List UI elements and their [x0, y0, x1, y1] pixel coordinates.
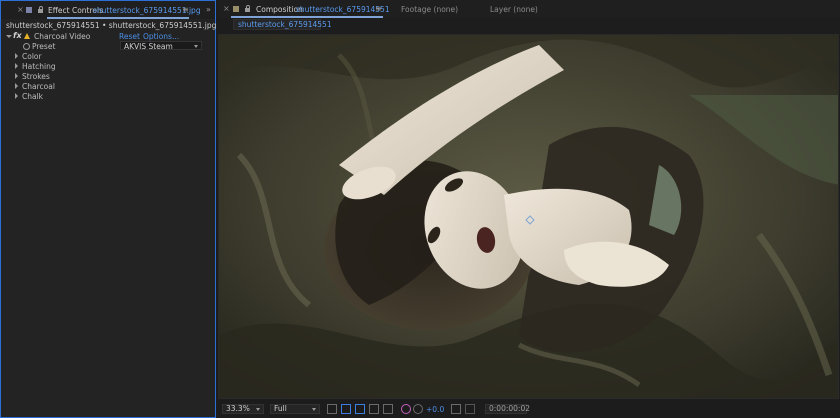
effect-name: Charcoal Video [34, 32, 91, 41]
show-snapshot-icon[interactable] [465, 404, 475, 414]
expand-panels-icon[interactable]: » [206, 5, 211, 14]
zoom-dropdown[interactable]: 33.3% [222, 404, 264, 414]
viewer-bottom-bar: 33.3% Full +0.0 0:00:00:02 [219, 400, 840, 418]
color-channels-icon[interactable] [401, 404, 411, 414]
active-tab-indicator [47, 17, 189, 19]
composition-image [219, 35, 838, 398]
fast-previews-icon[interactable] [327, 404, 337, 414]
group-row-strokes[interactable]: Strokes [1, 72, 215, 82]
composition-subtab[interactable]: shutterstock_675914551 [233, 19, 332, 30]
panel-menu-icon[interactable]: ≡ [375, 4, 382, 13]
region-of-interest-icon[interactable] [369, 404, 379, 414]
fx-toggle-icon[interactable]: fx [13, 31, 22, 40]
mask-visibility-icon[interactable] [355, 404, 365, 414]
chevron-down-icon [194, 45, 198, 48]
reset-link[interactable]: Reset [119, 32, 140, 41]
preset-label: Preset [32, 42, 56, 51]
exposure-value[interactable]: +0.0 [426, 405, 444, 415]
active-tab-indicator [231, 16, 383, 18]
chevron-down-icon [256, 408, 260, 411]
composition-tab-bar: × Composition shutterstock_675914551 ≡ F… [219, 0, 840, 18]
preset-row: Preset AKVIS Steam [1, 41, 215, 52]
disclosure-open-icon[interactable] [6, 35, 12, 38]
preset-dropdown[interactable]: AKVIS Steam [120, 41, 202, 51]
lock-icon[interactable] [245, 5, 250, 12]
transparency-grid-icon[interactable] [341, 404, 351, 414]
disclosure-closed-icon[interactable] [15, 53, 18, 59]
options-link[interactable]: Options... [143, 32, 179, 41]
chevron-down-icon [312, 408, 316, 411]
group-label-color: Color [22, 52, 42, 61]
panel-icon [26, 7, 32, 13]
disclosure-closed-icon[interactable] [15, 83, 18, 89]
group-label-chalk: Chalk [22, 92, 44, 101]
disclosure-closed-icon[interactable] [15, 93, 18, 99]
resolution-value: Full [274, 404, 287, 413]
disclosure-closed-icon[interactable] [15, 63, 18, 69]
layer-tab[interactable]: Layer (none) [490, 5, 538, 14]
effect-controls-tab-bar: × Effect Controls shutterstock_675914551… [1, 1, 215, 19]
group-row-hatching[interactable]: Hatching [1, 62, 215, 72]
snapshot-camera-icon[interactable] [451, 404, 461, 414]
group-label-hatching: Hatching [22, 62, 56, 71]
group-row-chalk[interactable]: Chalk [1, 92, 215, 102]
group-row-color[interactable]: Color [1, 52, 215, 62]
preset-value: AKVIS Steam [124, 42, 173, 51]
current-time-display[interactable]: 0:00:00:02 [485, 404, 530, 414]
stopwatch-icon[interactable] [23, 43, 30, 50]
guides-icon[interactable] [383, 404, 393, 414]
resolution-dropdown[interactable]: Full [270, 404, 320, 414]
close-tab-icon[interactable]: × [223, 4, 230, 13]
panel-menu-icon[interactable]: ≡ [182, 5, 189, 14]
composition-icon [233, 6, 239, 12]
lock-icon[interactable] [38, 6, 43, 13]
effect-controls-panel: × Effect Controls shutterstock_675914551… [0, 0, 216, 418]
close-tab-icon[interactable]: × [17, 5, 24, 14]
composition-viewer[interactable] [218, 34, 839, 399]
zoom-value: 33.3% [226, 404, 250, 413]
group-row-charcoal[interactable]: Charcoal [1, 82, 215, 92]
layer-path: shutterstock_675914551 • shutterstock_67… [6, 21, 217, 30]
group-label-strokes: Strokes [22, 72, 50, 81]
group-label-charcoal: Charcoal [22, 82, 55, 91]
footage-tab[interactable]: Footage (none) [401, 5, 458, 14]
warning-icon [24, 33, 30, 39]
disclosure-closed-icon[interactable] [15, 73, 18, 79]
exposure-reset-icon[interactable] [413, 404, 423, 414]
